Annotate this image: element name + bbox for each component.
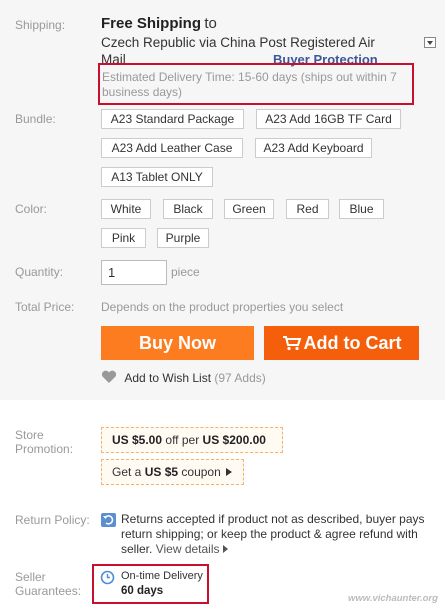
chevron-down-icon: [427, 41, 433, 45]
store-offer-tag: US $5.00 off per US $200.00: [101, 427, 283, 453]
store-promotion-label-line2: Promotion:: [15, 442, 74, 456]
return-policy-line2: return shipping; or keep the product & a…: [121, 527, 418, 541]
color-option-blue[interactable]: Blue: [339, 199, 384, 219]
shipping-label: Shipping:: [15, 18, 66, 32]
return-policy-label: Return Policy:: [15, 513, 90, 527]
shipping-summary: Free Shipping to: [101, 15, 217, 32]
bundle-option[interactable]: A23 Add Leather Case: [101, 138, 243, 158]
clock-icon: [100, 570, 115, 585]
return-policy-icon: [101, 513, 116, 527]
add-to-cart-label: Add to Cart: [303, 333, 402, 353]
on-time-delivery-title: On-time Delivery: [121, 570, 203, 582]
estimated-delivery-line2: business days): [102, 85, 183, 99]
bundle-option[interactable]: A23 Add Keyboard: [255, 138, 372, 158]
arrow-right-icon: [222, 545, 228, 553]
quantity-unit: piece: [171, 265, 200, 279]
coupon-suffix: coupon: [181, 465, 221, 479]
wishlist-count: (97 Adds): [214, 371, 266, 385]
bundle-option[interactable]: A23 Add 16GB TF Card: [256, 109, 401, 129]
color-option-green[interactable]: Green: [224, 199, 274, 219]
free-shipping-title: Free Shipping: [101, 15, 202, 32]
get-coupon-button[interactable]: Get a US $5 coupon: [101, 459, 244, 485]
add-to-cart-button[interactable]: Add to Cart: [264, 326, 419, 360]
add-to-wishlist-link[interactable]: Add to Wish List (97 Adds): [101, 370, 266, 385]
return-policy-line1: Returns accepted if product not as descr…: [121, 512, 425, 526]
watermark: www.vichaunter.org: [348, 593, 438, 604]
return-policy-line3-prefix: seller.: [121, 542, 153, 556]
heart-icon: [101, 370, 117, 383]
shipping-dropdown-button[interactable]: [424, 37, 436, 48]
offer-mid-text: off per: [165, 433, 200, 447]
color-option-purple[interactable]: Purple: [157, 228, 209, 248]
buy-now-button[interactable]: Buy Now: [101, 326, 254, 360]
total-price-text: Depends on the product properties you se…: [101, 300, 344, 314]
color-option-pink[interactable]: Pink: [101, 228, 146, 248]
seller-guarantees-label-line2: Guarantees:: [15, 584, 82, 598]
shipping-method-line1: Czech Republic via China Post Registered…: [101, 35, 375, 50]
total-price-label: Total Price:: [15, 300, 75, 314]
on-time-delivery-days: 60 days: [121, 585, 164, 597]
quantity-label: Quantity:: [15, 265, 64, 279]
seller-guarantees-label-line1: Seller: [15, 570, 46, 584]
offer-threshold: US $200.00: [202, 433, 266, 447]
bundle-option[interactable]: A13 Tablet ONLY: [101, 167, 213, 187]
bundle-option[interactable]: A23 Standard Package: [101, 109, 244, 129]
quantity-input[interactable]: [101, 260, 167, 285]
color-label: Color:: [15, 202, 48, 216]
view-details-link[interactable]: View details: [156, 542, 220, 556]
bundle-label: Bundle:: [15, 112, 56, 126]
shipping-to-word: to: [204, 15, 217, 32]
return-arrow-icon: [103, 515, 114, 525]
wishlist-label: Add to Wish List: [124, 371, 212, 385]
coupon-prefix: Get a: [112, 465, 142, 479]
store-promotion-label-line1: Store: [15, 428, 44, 442]
estimated-delivery-line1: Estimated Delivery Time: 15-60 days (shi…: [102, 70, 397, 84]
color-option-black[interactable]: Black: [163, 199, 213, 219]
arrow-right-icon: [226, 468, 233, 476]
offer-amount: US $5.00: [112, 433, 163, 447]
return-policy-line3: seller. View details: [121, 542, 228, 557]
color-option-white[interactable]: White: [101, 199, 151, 219]
cart-icon: [282, 336, 301, 351]
color-option-red[interactable]: Red: [286, 199, 329, 219]
coupon-amount: US $5: [144, 465, 179, 479]
